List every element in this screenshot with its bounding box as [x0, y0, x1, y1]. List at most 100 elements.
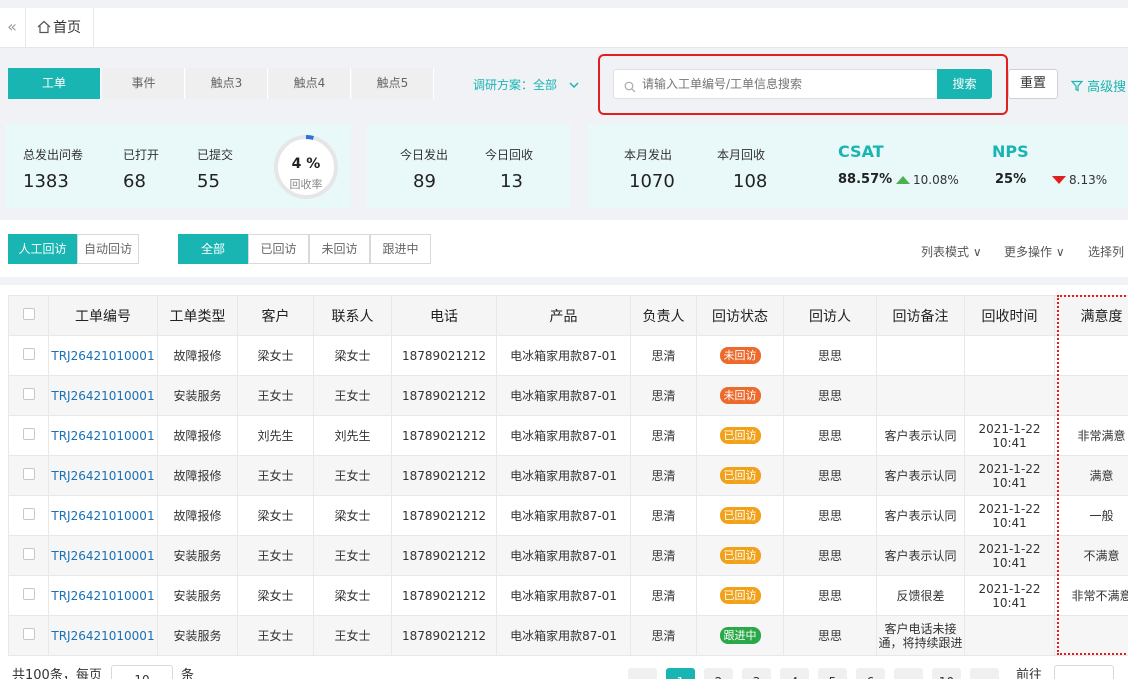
visitor-cell: 思思	[783, 415, 877, 456]
page-button[interactable]: ...	[894, 668, 923, 679]
type-tab-touchpoint4[interactable]: 触点4	[269, 68, 351, 99]
row-checkbox-cell[interactable]	[8, 455, 49, 496]
home-icon	[37, 20, 51, 34]
customer-cell: 刘先生	[237, 415, 314, 456]
mode-tab-manual[interactable]: 人工回访	[8, 234, 77, 264]
col-header: 电话	[391, 295, 497, 336]
type-tab-touchpoint3[interactable]: 触点3	[186, 68, 268, 99]
type-cell: 故障报修	[157, 455, 238, 496]
table-row[interactable]: TRJ26421010001 安装服务 王女士 王女士 18789021212 电冰箱家用…	[8, 615, 1128, 656]
reset-button[interactable]: 重置	[1008, 69, 1058, 99]
row-checkbox[interactable]	[22, 348, 35, 360]
status-badge: 已回访	[719, 587, 761, 604]
row-checkbox[interactable]	[22, 468, 35, 480]
row-checkbox-cell[interactable]	[8, 415, 49, 456]
row-checkbox-cell[interactable]	[8, 575, 49, 616]
work-order-id-link[interactable]: TRJ26421010001	[48, 415, 158, 456]
type-cell: 故障报修	[157, 335, 238, 376]
search-input[interactable]	[642, 70, 932, 98]
list-mode-dropdown[interactable]: 列表模式 ∨	[921, 243, 982, 260]
work-order-id-link[interactable]: TRJ26421010001	[48, 575, 158, 616]
advanced-search-button[interactable]: 高级搜	[1070, 76, 1126, 95]
table-row[interactable]: TRJ26421010001 安装服务 梁女士 梁女士 18789021212 电冰箱家用…	[8, 575, 1128, 616]
search-button[interactable]: 搜索	[937, 69, 992, 99]
page-button[interactable]: 6	[856, 668, 885, 679]
row-checkbox-cell[interactable]	[8, 495, 49, 536]
col-header: 工单编号	[48, 295, 158, 336]
table-row[interactable]: TRJ26421010001 安装服务 王女士 王女士 18789021212 电冰箱家用…	[8, 535, 1128, 576]
filter-icon	[1070, 80, 1084, 92]
page-button[interactable]: 10	[932, 668, 961, 679]
visit-status-cell: 已回访	[696, 455, 784, 496]
table-row[interactable]: TRJ26421010001 故障报修 梁女士 梁女士 18789021212 电冰箱家用…	[8, 495, 1128, 536]
table-row[interactable]: TRJ26421010001 故障报修 刘先生 刘先生 18789021212 电冰箱家用…	[8, 415, 1128, 456]
work-order-id-link[interactable]: TRJ26421010001	[48, 375, 158, 416]
page-button[interactable]: 2	[704, 668, 733, 679]
status-badge: 未回访	[719, 347, 761, 364]
phone-cell: 18789021212	[391, 335, 497, 376]
total-sent-value: 1383	[23, 171, 69, 192]
csat-change: 10.08%	[896, 173, 959, 187]
type-cell: 安装服务	[157, 375, 238, 416]
owner-cell: 思清	[630, 455, 697, 496]
page-button[interactable]: 3	[742, 668, 771, 679]
select-all-checkbox[interactable]	[22, 307, 35, 320]
scheme-value: 全部	[533, 78, 558, 92]
table-row[interactable]: TRJ26421010001 安装服务 王女士 王女士 18789021212 电冰箱家用…	[8, 375, 1128, 416]
row-checkbox[interactable]	[22, 548, 35, 560]
work-order-id-link[interactable]: TRJ26421010001	[48, 455, 158, 496]
visit-note-cell: 客户表示认同	[876, 495, 965, 536]
status-tab-not-visited[interactable]: 未回访	[309, 234, 370, 264]
prev-page-button[interactable]: <	[628, 668, 657, 679]
recovery-date: 2021-1-22	[978, 461, 1041, 476]
work-order-id-link[interactable]: TRJ26421010001	[48, 535, 158, 576]
page-button[interactable]: 5	[818, 668, 847, 679]
table-row[interactable]: TRJ26421010001 故障报修 王女士 王女士 18789021212 电冰箱家用…	[8, 455, 1128, 496]
today-recv-value: 13	[500, 171, 523, 192]
row-checkbox[interactable]	[22, 508, 35, 520]
collapse-sidebar-icon[interactable]: «	[0, 8, 24, 48]
page-size-select[interactable]: 10	[111, 665, 173, 679]
table-row[interactable]: TRJ26421010001 故障报修 梁女士 梁女士 18789021212 电冰箱家用…	[8, 335, 1128, 376]
status-tab-following[interactable]: 跟进中	[370, 234, 431, 264]
row-checkbox-cell[interactable]	[8, 375, 49, 416]
row-checkbox[interactable]	[22, 388, 35, 400]
row-checkbox-cell[interactable]	[8, 535, 49, 576]
visit-note-cell: 客户表示认同	[876, 535, 965, 576]
type-tab-touchpoint5[interactable]: 触点5	[352, 68, 434, 99]
product-cell: 电冰箱家用款87-01	[496, 615, 631, 656]
status-tab-all[interactable]: 全部	[178, 234, 248, 264]
work-order-id-link[interactable]: TRJ26421010001	[48, 495, 158, 536]
status-badge: 已回访	[719, 467, 761, 484]
goto-page-input[interactable]	[1054, 665, 1114, 679]
page-button[interactable]: 4	[780, 668, 809, 679]
pagination: 共100条，每页 10 条 <123456... 10 > 前往	[0, 661, 1128, 679]
mode-tab-auto[interactable]: 自动回访	[77, 234, 139, 264]
work-order-id-link[interactable]: TRJ26421010001	[48, 335, 158, 376]
tab-home[interactable]: 首页	[25, 8, 94, 48]
more-actions-dropdown[interactable]: 更多操作 ∨	[1004, 243, 1065, 260]
customer-cell: 王女士	[237, 535, 314, 576]
type-tab-work-order[interactable]: 工单	[8, 68, 101, 99]
row-checkbox-cell[interactable]	[8, 335, 49, 376]
scheme-select[interactable]: 调研方案：全部	[473, 76, 579, 93]
trend-down-icon	[1052, 176, 1066, 184]
row-checkbox[interactable]	[22, 588, 35, 600]
row-checkbox[interactable]	[22, 628, 35, 640]
type-tab-event[interactable]: 事件	[103, 68, 185, 99]
col-header: 负责人	[630, 295, 697, 336]
row-checkbox[interactable]	[22, 428, 35, 440]
col-header: 回收时间	[964, 295, 1055, 336]
page-button[interactable]: 1	[666, 668, 695, 679]
select-all-checkbox-cell[interactable]	[8, 295, 49, 336]
work-order-id-link[interactable]: TRJ26421010001	[48, 615, 158, 656]
visitor-cell: 思思	[783, 335, 877, 376]
today-sent-label: 今日发出	[400, 148, 449, 162]
status-tab-visited[interactable]: 已回访	[248, 234, 309, 264]
row-checkbox-cell[interactable]	[8, 615, 49, 656]
product-cell: 电冰箱家用款87-01	[496, 455, 631, 496]
month-sent-value: 1070	[629, 171, 675, 192]
next-page-button[interactable]: >	[970, 668, 999, 679]
stats-card-today: 今日发出 89 今日回收 13	[367, 124, 570, 208]
choose-columns-button[interactable]: 选择列	[1088, 243, 1124, 260]
